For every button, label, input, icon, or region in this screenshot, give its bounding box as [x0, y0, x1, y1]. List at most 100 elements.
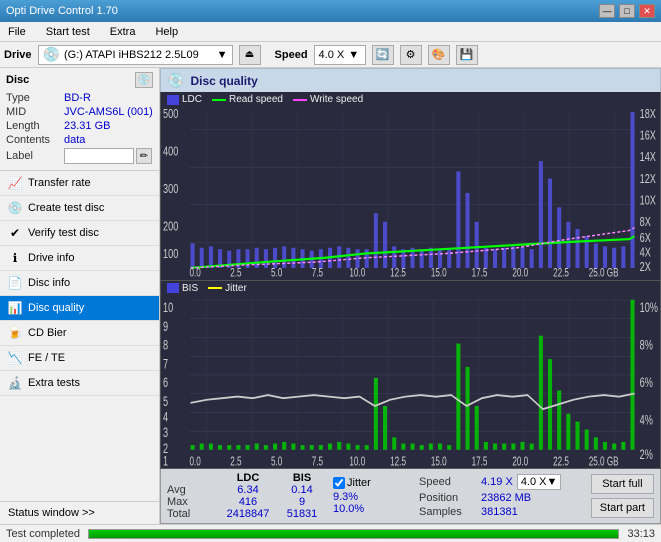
svg-text:15.0: 15.0 [431, 267, 447, 279]
svg-text:10X: 10X [640, 194, 657, 208]
jitter-checkbox[interactable] [333, 477, 345, 489]
sidebar-item-transfer-rate[interactable]: 📈 Transfer rate [0, 171, 159, 196]
start-full-button[interactable]: Start full [591, 474, 654, 494]
svg-text:12X: 12X [640, 172, 657, 186]
start-part-button[interactable]: Start part [591, 498, 654, 518]
content-area: 💿 Disc quality LDC Read speed [160, 68, 661, 524]
svg-text:6: 6 [163, 374, 168, 391]
create-test-disc-icon: 💿 [8, 201, 22, 215]
sidebar-item-fe-te[interactable]: 📉 FE / TE [0, 346, 159, 371]
top-chart: LDC Read speed Write speed [161, 92, 660, 280]
menu-file[interactable]: File [4, 24, 30, 40]
svg-text:6%: 6% [640, 374, 654, 391]
status-text: Test completed [6, 528, 80, 540]
avg-ldc: 6.34 [223, 484, 273, 496]
status-bar: Test completed 33:13 [0, 524, 661, 542]
svg-text:25.0 GB: 25.0 GB [589, 454, 619, 468]
svg-text:14X: 14X [640, 151, 657, 165]
svg-text:4X: 4X [640, 246, 652, 260]
svg-text:2.5: 2.5 [230, 454, 241, 468]
close-button[interactable]: ✕ [639, 4, 655, 18]
sidebar-item-disc-info[interactable]: 📄 Disc info [0, 271, 159, 296]
menu-help[interactable]: Help [151, 24, 182, 40]
ldc-color [167, 95, 179, 105]
bis-color [167, 283, 179, 293]
bottom-chart-legend: BIS Jitter [167, 283, 247, 294]
speed-select-box[interactable]: 4.0 X ▼ [517, 474, 562, 490]
svg-text:500: 500 [163, 108, 178, 122]
type-value: BD-R [64, 92, 91, 104]
status-window-button[interactable]: Status window >> [0, 501, 159, 524]
ldc-legend: LDC [167, 94, 202, 105]
max-jitter: 10.0% [333, 503, 413, 515]
disc-panel-title: Disc [6, 74, 29, 86]
contents-value: data [64, 134, 85, 146]
bis-legend: BIS [167, 283, 198, 294]
position-label: Position [419, 492, 477, 504]
svg-text:25.0 GB: 25.0 GB [589, 267, 619, 279]
main-layout: Disc 💿 Type BD-R MID JVC-AMS6L (001) Len… [0, 68, 661, 524]
menu-start-test[interactable]: Start test [42, 24, 94, 40]
type-label: Type [6, 92, 64, 104]
panel-header: 💿 Disc quality [160, 68, 661, 92]
svg-text:9: 9 [163, 317, 168, 334]
speed-select-value: 4.0 X [521, 476, 547, 488]
ldc-label: LDC [182, 94, 202, 105]
svg-text:4: 4 [163, 408, 168, 425]
contents-label: Contents [6, 134, 64, 146]
jitter-col-label: Jitter [347, 477, 371, 489]
stats-table: LDC BIS Avg 6.34 0.14 Max 416 9 Total 24… [167, 472, 327, 520]
progress-bar-container [88, 529, 619, 539]
svg-text:3: 3 [163, 424, 168, 441]
samples-value: 381381 [481, 506, 518, 518]
drive-eject-button[interactable]: ⏏ [239, 45, 261, 65]
svg-text:17.5: 17.5 [472, 267, 488, 279]
sidebar-item-verify-test-disc[interactable]: ✔ Verify test disc [0, 221, 159, 246]
svg-text:1: 1 [163, 452, 168, 468]
sidebar-item-disc-quality[interactable]: 📊 Disc quality [0, 296, 159, 321]
bis-header: BIS [277, 472, 327, 484]
drive-select[interactable]: 💿 (G:) ATAPI iHBS212 2.5L09 ▼ [38, 45, 233, 65]
svg-text:18X: 18X [640, 108, 657, 122]
position-value: 23862 MB [481, 492, 531, 504]
max-ldc: 416 [223, 496, 273, 508]
sidebar-item-cd-bier[interactable]: 🍺 CD Bier [0, 321, 159, 346]
minimize-button[interactable]: — [599, 4, 615, 18]
svg-text:10.0: 10.0 [349, 454, 365, 468]
length-label: Length [6, 120, 64, 132]
panel-title: Disc quality [190, 74, 257, 88]
sidebar-item-extra-tests[interactable]: 🔬 Extra tests [0, 371, 159, 396]
toolbar-settings-button[interactable]: ⚙ [400, 45, 422, 65]
svg-text:2X: 2X [640, 260, 652, 274]
disc-info-icon: 📄 [8, 276, 22, 290]
jitter-legend: Jitter [208, 283, 247, 294]
toolbar-save-button[interactable]: 💾 [456, 45, 478, 65]
toolbar-refresh-button[interactable]: 🔄 [372, 45, 394, 65]
jitter-legend-label: Jitter [225, 283, 247, 294]
speed-select[interactable]: 4.0 X ▼ [314, 45, 366, 65]
write-speed-label: Write speed [310, 94, 363, 105]
panel-icon: 💿 [167, 72, 184, 89]
sidebar: Disc 💿 Type BD-R MID JVC-AMS6L (001) Len… [0, 68, 160, 524]
cd-bier-icon: 🍺 [8, 326, 22, 340]
verify-test-disc-icon: ✔ [8, 226, 22, 240]
svg-text:5: 5 [163, 392, 168, 409]
disc-info-panel: Disc 💿 Type BD-R MID JVC-AMS6L (001) Len… [0, 68, 159, 171]
samples-label: Samples [419, 506, 477, 518]
window-controls: — □ ✕ [599, 4, 655, 18]
label-input[interactable] [64, 148, 134, 164]
sidebar-item-drive-info[interactable]: ℹ Drive info [0, 246, 159, 271]
sidebar-item-create-test-disc[interactable]: 💿 Create test disc [0, 196, 159, 221]
svg-text:20.0: 20.0 [512, 267, 528, 279]
svg-text:400: 400 [163, 145, 178, 159]
svg-text:7.5: 7.5 [312, 454, 323, 468]
svg-text:0.0: 0.0 [190, 454, 201, 468]
bottom-chart-svg: 10 9 8 7 6 5 4 3 2 1 10% 8% 6% 4% 2% [161, 281, 660, 469]
disc-refresh-button[interactable]: 💿 [135, 72, 153, 88]
maximize-button[interactable]: □ [619, 4, 635, 18]
label-edit-button[interactable]: ✏ [136, 148, 152, 164]
menu-extra[interactable]: Extra [106, 24, 140, 40]
drive-info-icon: ℹ [8, 251, 22, 265]
disc-quality-icon: 📊 [8, 301, 22, 315]
toolbar-palette-button[interactable]: 🎨 [428, 45, 450, 65]
